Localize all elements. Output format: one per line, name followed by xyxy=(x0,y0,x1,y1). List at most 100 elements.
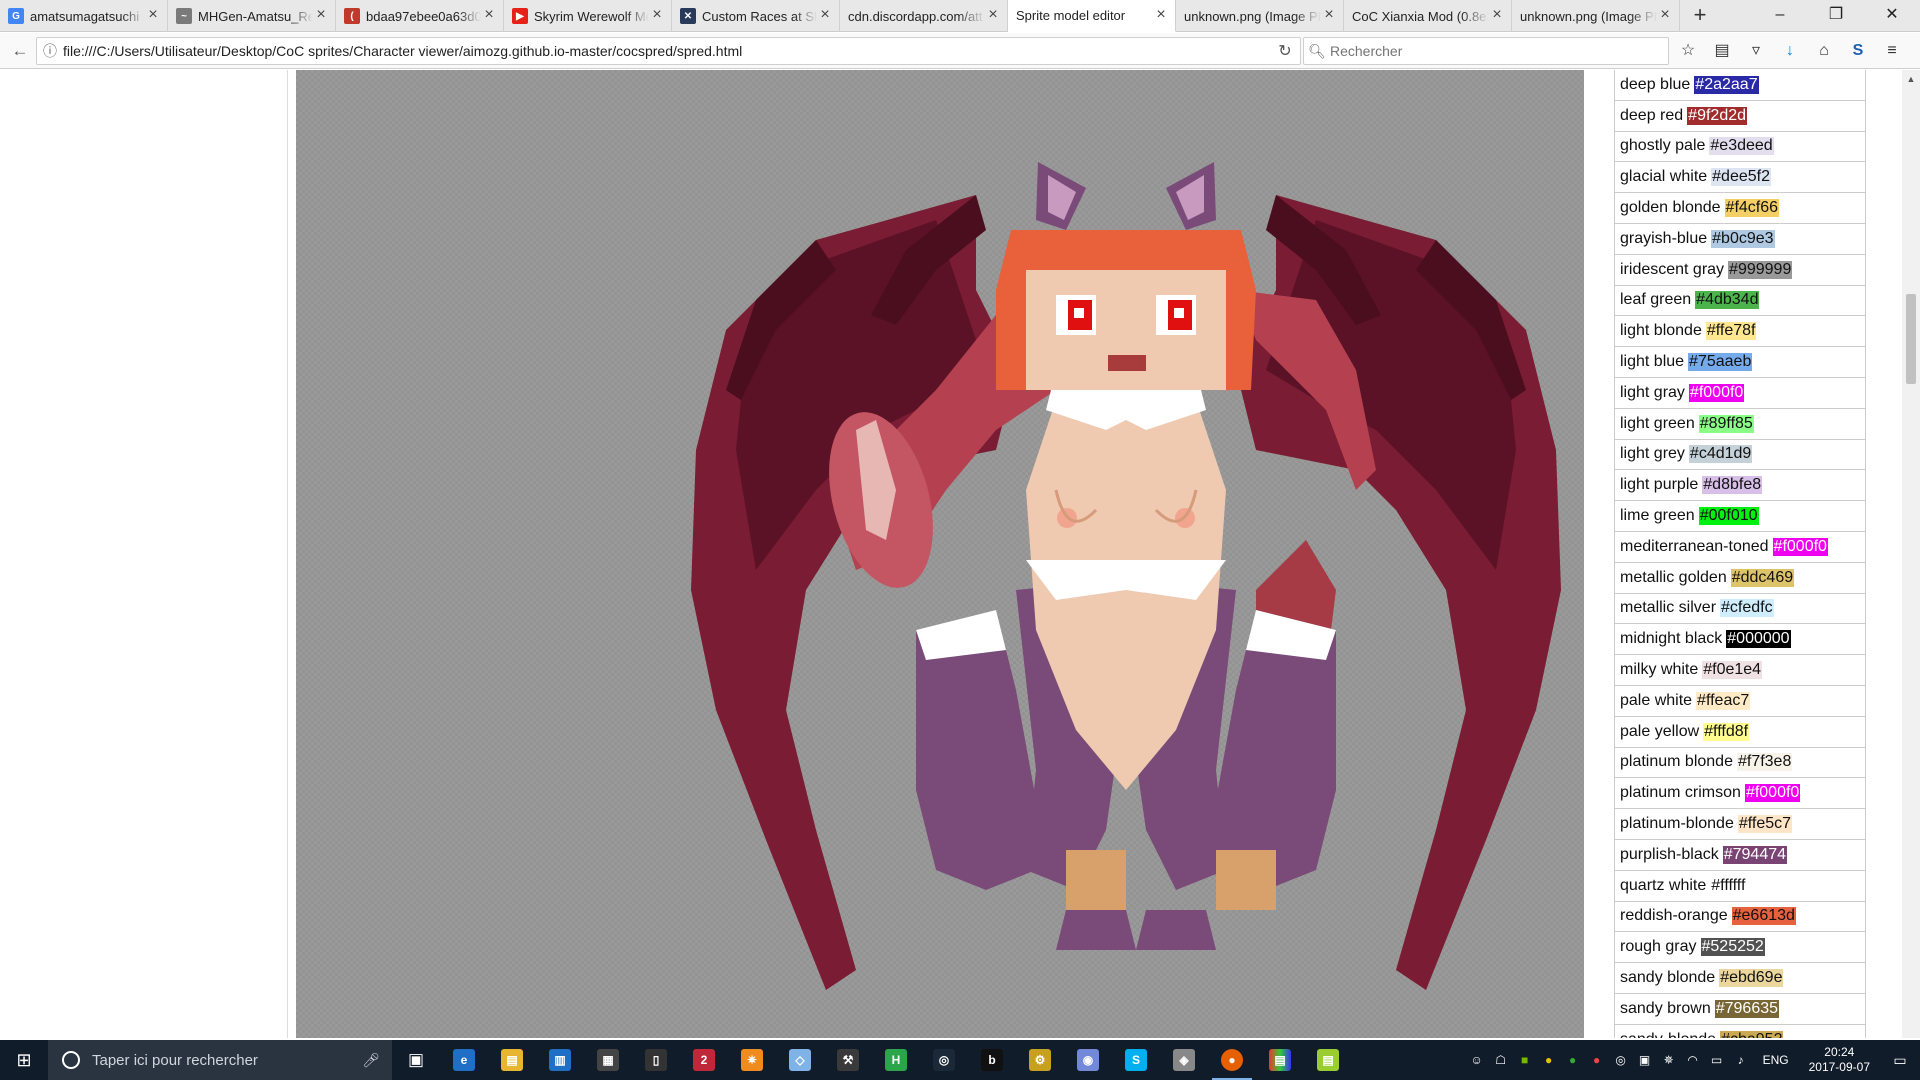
windows-start-icon[interactable]: ⊞ xyxy=(0,1040,48,1080)
restore-icon[interactable]: ❐ xyxy=(1808,0,1864,32)
color-name: iridescent gray xyxy=(1620,260,1725,278)
app-green-icon[interactable]: H xyxy=(872,1040,920,1080)
tab-7[interactable]: unknown.png (Image PN × xyxy=(1176,0,1344,32)
extension-icon[interactable]: S xyxy=(1841,37,1875,65)
color-row: platinum-blonde #ffe5c7 xyxy=(1615,809,1866,840)
search-bar[interactable]: 🔍︎ xyxy=(1303,37,1669,65)
tray-language[interactable]: ENG xyxy=(1763,1053,1789,1067)
app-rainbow-icon[interactable]: ▤ xyxy=(1256,1040,1304,1080)
firefox-icon[interactable]: ● xyxy=(1208,1040,1256,1080)
tray-app3-icon[interactable]: ● xyxy=(1585,1053,1609,1067)
tab-1[interactable]: ~ MHGen-Amatsu_Ren × xyxy=(168,0,336,32)
tray-network-icon[interactable]: ☖ xyxy=(1489,1053,1513,1067)
tab-close-icon[interactable]: × xyxy=(817,7,833,24)
close-window-icon[interactable]: ✕ xyxy=(1864,0,1920,32)
tray-gpu-icon[interactable]: ■ xyxy=(1513,1053,1537,1067)
tab-4[interactable]: ✕ Custom Races at Sky × xyxy=(672,0,840,32)
color-row: rough gray #525252 xyxy=(1615,932,1866,964)
menu-icon[interactable]: ≡ xyxy=(1875,37,1909,65)
color-row: grayish-blue #b0c9e3 xyxy=(1615,223,1866,255)
file-explorer-icon[interactable]: ▤ xyxy=(488,1040,536,1080)
tab-close-icon[interactable]: × xyxy=(1489,7,1505,24)
color-name: purplish-black xyxy=(1620,845,1719,863)
app-chart-icon[interactable]: ▤ xyxy=(1304,1040,1352,1080)
bookmark-star-icon[interactable]: ☆ xyxy=(1671,37,1705,65)
microphone-icon[interactable]: 🎤︎ xyxy=(362,1052,380,1069)
sprite-preview xyxy=(296,70,1584,1038)
reading-list-icon[interactable]: ▤ xyxy=(1705,37,1739,65)
app-yellow-icon[interactable]: ⚙ xyxy=(1016,1040,1064,1080)
tab-8[interactable]: CoC Xianxia Mod (0.8e3 (× xyxy=(1344,0,1512,32)
app-red-icon[interactable]: 2 xyxy=(680,1040,728,1080)
minimize-icon[interactable]: – xyxy=(1752,0,1808,32)
youtube-icon: ▶ xyxy=(512,8,528,24)
phone-app-icon[interactable]: ▯ xyxy=(632,1040,680,1080)
app-orange-icon[interactable]: ✷ xyxy=(728,1040,776,1080)
tray-app-icon[interactable]: ● xyxy=(1537,1053,1561,1067)
tray-battery-icon[interactable]: ▭ xyxy=(1705,1053,1729,1067)
tab-0[interactable]: Gamatsumagatsuchi × xyxy=(0,0,168,32)
color-name: glacial white xyxy=(1620,168,1708,186)
app-blue-icon[interactable]: ◇ xyxy=(776,1040,824,1080)
info-icon[interactable]: ⓘ xyxy=(37,41,63,61)
search-input[interactable] xyxy=(1330,43,1668,59)
google-icon: G xyxy=(8,8,24,24)
color-name: leaf green xyxy=(1620,291,1692,309)
tray-steam-icon[interactable]: ◎ xyxy=(1609,1053,1633,1067)
tab-2[interactable]: (bdaa97ebee0a63d0a × xyxy=(336,0,504,32)
tab-close-icon[interactable]: × xyxy=(1657,7,1673,24)
calculator-icon[interactable]: ▦ xyxy=(584,1040,632,1080)
scrollbar-thumb[interactable] xyxy=(1906,294,1916,384)
sprite-canvas[interactable] xyxy=(296,70,1584,1038)
tab-9[interactable]: unknown.png (Image PN × xyxy=(1512,0,1680,32)
color-row: light grey #c4d1d9 xyxy=(1615,439,1866,471)
tab-close-icon[interactable]: × xyxy=(313,7,329,24)
discord-icon[interactable]: ◉ xyxy=(1064,1040,1112,1080)
new-tab-icon[interactable]: + xyxy=(1680,0,1720,32)
app-shield-icon[interactable]: ◈ xyxy=(1160,1040,1208,1080)
skype-icon[interactable]: S xyxy=(1112,1040,1160,1080)
app-game-icon[interactable]: ⚒ xyxy=(824,1040,872,1080)
url-bar[interactable]: ⓘ file:///C:/Users/Utilisateur/Desktop/C… xyxy=(36,37,1301,65)
download-icon[interactable]: ↓ xyxy=(1773,37,1807,65)
taskbar-search[interactable]: Taper ici pour rechercher 🎤︎ xyxy=(48,1040,392,1080)
tray-app2-icon[interactable]: ● xyxy=(1561,1053,1585,1067)
color-name: platinum blonde xyxy=(1620,753,1733,771)
pocket-icon[interactable]: ▿ xyxy=(1739,37,1773,65)
tab-close-icon[interactable]: × xyxy=(481,7,497,24)
reload-icon[interactable]: ↻ xyxy=(1270,41,1300,61)
tab-5[interactable]: cdn.discordapp.com/att × xyxy=(840,0,1008,32)
tab-close-icon[interactable]: × xyxy=(649,7,665,24)
tab-close-icon[interactable]: × xyxy=(1321,7,1337,24)
notification-center-icon[interactable]: ▭ xyxy=(1880,1052,1920,1069)
tray-app4-icon[interactable]: ▣ xyxy=(1633,1053,1657,1067)
color-name: light purple xyxy=(1620,476,1699,494)
tab-close-icon[interactable]: × xyxy=(1153,6,1169,24)
tray-wifi-icon[interactable]: ◠ xyxy=(1681,1053,1705,1067)
color-swatch: #f7f3e8 xyxy=(1736,753,1793,772)
tray-clock[interactable]: 20:24 2017-09-07 xyxy=(1809,1045,1870,1075)
page-content: deep blue #2a2aa7 deep red #9f2d2d ghostly p… xyxy=(0,70,1920,1038)
color-row: mediterranean-toned #f000f0 xyxy=(1615,531,1866,563)
color-name: pale white xyxy=(1620,691,1693,709)
back-icon[interactable]: ← xyxy=(6,37,34,65)
tray-people-icon[interactable]: ☺ xyxy=(1465,1053,1489,1067)
color-row: leaf green #4db34d xyxy=(1615,285,1866,317)
page-scrollbar[interactable]: ▲ xyxy=(1902,70,1920,1038)
color-name: deep red xyxy=(1620,106,1684,124)
tray-bluetooth-icon[interactable]: ✵ xyxy=(1657,1053,1681,1067)
system-tray: ☺ ☖ ■ ● ● ● ◎ ▣ ✵ ◠ ▭ ♪ ENG 20:24 2017-0… xyxy=(1465,1040,1920,1080)
scroll-up-icon[interactable]: ▲ xyxy=(1902,70,1920,88)
tab-close-icon[interactable]: × xyxy=(985,7,1001,24)
edge-icon[interactable]: e xyxy=(440,1040,488,1080)
tab-6[interactable]: Sprite model editor × xyxy=(1008,0,1176,32)
store-icon[interactable]: ▥ xyxy=(536,1040,584,1080)
url-text[interactable]: file:///C:/Users/Utilisateur/Desktop/CoC… xyxy=(63,43,1270,59)
tab-3[interactable]: ▶ Skyrim Werewolf Mo × xyxy=(504,0,672,32)
home-icon[interactable]: ⌂ xyxy=(1807,37,1841,65)
task-view-icon[interactable]: ▣ xyxy=(392,1040,440,1080)
tab-close-icon[interactable]: × xyxy=(145,7,161,24)
steam-icon[interactable]: ◎ xyxy=(920,1040,968,1080)
tray-volume-icon[interactable]: ♪ xyxy=(1729,1053,1753,1067)
app-b-icon[interactable]: b xyxy=(968,1040,1016,1080)
